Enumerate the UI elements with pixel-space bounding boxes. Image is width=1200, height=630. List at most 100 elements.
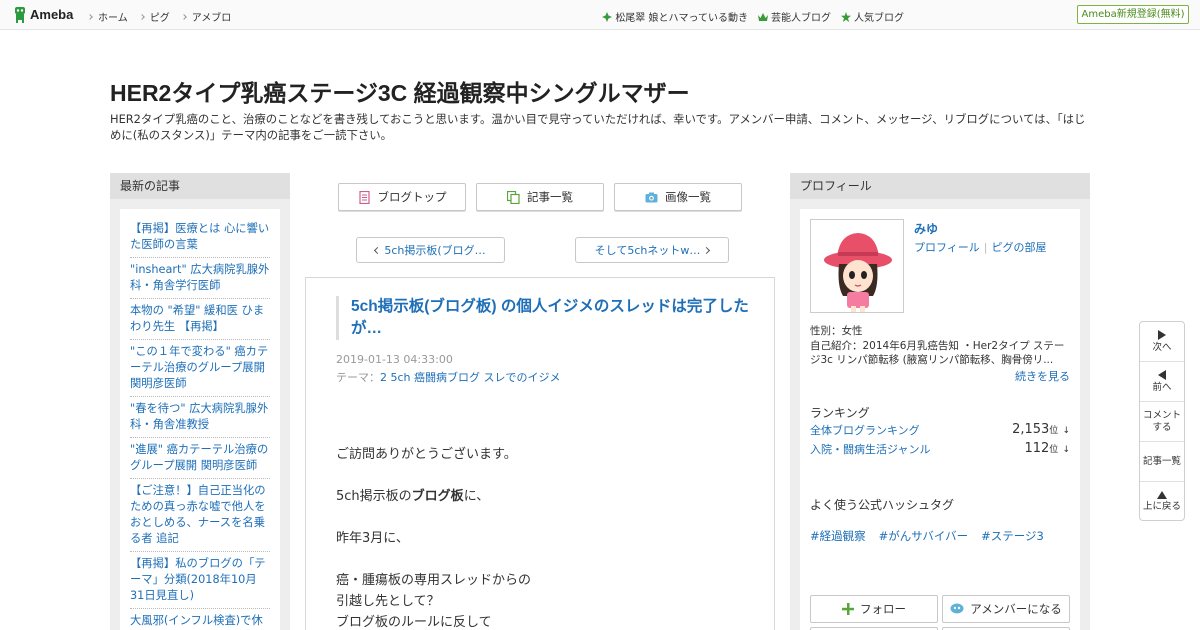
popular-blog-link[interactable]: 人気ブログ [841, 9, 904, 24]
leaf-icon [602, 11, 613, 22]
recent-article-link[interactable]: 本物の "希望" 緩和医 ひまわり先生 【再掲】 [130, 299, 270, 340]
profile-link[interactable]: プロフィール [914, 241, 980, 254]
next-label: 次へ [1152, 341, 1172, 353]
genre-ranking-link[interactable]: 入院・闘病生活ジャンル [810, 441, 930, 457]
nav-pigg[interactable]: ピグ [138, 9, 170, 24]
amember-label: アメンバーになる [970, 602, 1062, 616]
hashtag-list: #経過観察 #がんサバイバー #ステージ3 [810, 528, 1044, 544]
blog-description: HER2タイプ乳癌のこと、治療のことなどを書き残しておこうと思います。温かい目で… [110, 112, 1086, 142]
profile-heading: プロフィール [790, 173, 1090, 199]
amember-icon [950, 603, 964, 614]
recent-article-link[interactable]: "春を待つ" 広大病院乳腺外科・角舎准教授 [130, 397, 270, 438]
prev-article-label: 5ch掲示板(ブログ… [384, 244, 486, 257]
next-article-link[interactable]: そして5chネットw… [575, 237, 729, 263]
recent-article-link[interactable]: 【再掲】私のブログの「テーマ」分類(2018年10月31日見直し) [130, 552, 270, 609]
profile-panel: プロフィール みゆ プロフィール | ピグの部屋 性別：女性 自己紹介：2014年6… [790, 173, 1090, 630]
article-list-side-label: 記事一覧 [1142, 455, 1181, 467]
crown-icon [758, 12, 768, 21]
follow-button[interactable]: フォロー [810, 595, 938, 623]
article-list-label: 記事一覧 [527, 190, 573, 204]
register-button[interactable]: Ameba新規登録(無料) [1077, 5, 1189, 24]
image-list-label: 画像一覧 [665, 190, 711, 204]
next-article-label: そして5chネットw… [594, 244, 701, 257]
blog-nav-buttons: ブログトップ 記事一覧 画像一覧 [338, 183, 742, 211]
chevron-right-icon [138, 13, 145, 20]
recent-article-link[interactable]: "進展" 癌カテーテル治療のグループ展開 関明彦医師 [130, 438, 270, 479]
pigg-avatar-icon [824, 233, 892, 312]
article-paragraph: ブログ板のルールに反して [336, 615, 492, 630]
document-icon [358, 190, 370, 204]
amember-button[interactable]: アメンバーになる [942, 595, 1070, 623]
arrow-up-icon [1157, 491, 1167, 499]
nav-home-label: ホーム [98, 13, 128, 24]
profile-name[interactable]: みゆ [914, 220, 938, 237]
recent-articles-heading: 最新の記事 [110, 173, 290, 199]
hashtag-link[interactable]: #経過観察 [810, 528, 866, 544]
comment-label-2: する [1152, 421, 1172, 433]
global-header: Ameba ホーム ピグ アメブロ 松尾翠 娘とハマっている動き 芸能人ブログ … [0, 0, 1200, 30]
prev-label: 前へ [1152, 381, 1172, 393]
ameba-logo[interactable]: Ameba [13, 6, 73, 23]
ranking-row: 全体ブログランキング 2,153位 ↓ [810, 422, 1070, 438]
blog-title[interactable]: HER2タイプ乳癌ステージ3C 経過観察中シングルマザー [110, 74, 690, 108]
camera-icon [645, 192, 658, 202]
profile-gender: 性別：女性 [810, 325, 863, 337]
theme-link[interactable]: 2 5ch 癌闘病ブログ スレでのイジメ [380, 371, 561, 384]
logo-text: Ameba [30, 7, 74, 22]
back-to-top-label: 上に戻る [1142, 501, 1181, 512]
profile-intro-line: ジ3c リンパ節転移 (腋窩リンパ節転移、胸骨傍リ... [810, 354, 1054, 366]
article-list-button[interactable]: 記事一覧 [476, 183, 604, 211]
topic-link-label: 松尾翠 娘とハマっている動き [615, 13, 748, 24]
celebrity-blog-link[interactable]: 芸能人ブログ [758, 9, 831, 24]
article: 5ch掲示板(ブログ板) の個人イジメのスレッドは完了したが… 2019-01-… [305, 277, 775, 630]
blog-top-button[interactable]: ブログトップ [338, 183, 466, 211]
article-date: 2019-01-13 04:33:00 [336, 353, 453, 366]
overall-ranking-value: 2,153位 ↓ [1012, 422, 1070, 437]
recent-article-link[interactable]: "この１年で変わる" 癌カテーテル治療のグループ展開 関明彦医師 [130, 340, 270, 397]
recent-article-link[interactable]: 【再掲】医療とは 心に響いた医師の言葉 [130, 217, 270, 258]
recent-article-link[interactable]: 大風邪(インフル検査)で休 [130, 609, 270, 630]
article-paragraph: 癌・腫瘍板の専用スレッドからの [336, 573, 532, 588]
global-nav: ホーム ピグ アメブロ [87, 9, 232, 24]
hashtag-link[interactable]: #がんサバイバー [879, 528, 968, 544]
article-paragraph: 昨年3月に、 [336, 531, 409, 546]
prev-article-link[interactable]: 5ch掲示板(ブログ… [356, 237, 505, 263]
hashtag-link[interactable]: #ステージ3 [981, 528, 1044, 544]
hashtag-heading: よく使う公式ハッシュタグ [810, 498, 955, 512]
recent-article-link[interactable]: "insheart" 広大病院乳腺外科・角舎学行医師 [130, 258, 270, 299]
popular-blog-label: 人気ブログ [854, 13, 904, 24]
pigg-room-link[interactable]: ピグの部屋 [992, 241, 1047, 254]
floating-side-nav: 次へ 前へ コメント する 記事一覧 上に戻る [1139, 321, 1185, 521]
recent-articles-list: 【再掲】医療とは 心に響いた医師の言葉 "insheart" 広大病院乳腺外科・… [120, 209, 280, 630]
genre-ranking-value: 112位 ↓ [1024, 441, 1070, 456]
prev-button[interactable]: 前へ [1140, 362, 1184, 402]
blog-top-label: ブログトップ [377, 190, 447, 204]
read-more-link[interactable]: 続きを見る [1015, 368, 1070, 384]
nav-ameblo-label: アメブロ [191, 13, 232, 24]
recent-articles-panel: 最新の記事 【再掲】医療とは 心に響いた医師の言葉 "insheart" 広大病… [110, 173, 290, 630]
article-title[interactable]: 5ch掲示板(ブログ板) の個人イジメのスレッドは完了したが… [336, 296, 756, 340]
follow-label: フォロー [860, 602, 906, 616]
image-list-button[interactable]: 画像一覧 [614, 183, 742, 211]
header-links: 松尾翠 娘とハマっている動き 芸能人ブログ 人気ブログ [602, 9, 904, 24]
article-body: ご訪問ありがとうございます。 5ch掲示板のブログ板に、 昨年3月に、 癌・腫瘍… [336, 444, 756, 630]
play-right-icon [1158, 329, 1166, 340]
nav-ameblo[interactable]: アメブロ [180, 9, 232, 24]
celebrity-blog-label: 芸能人ブログ [771, 13, 831, 24]
back-to-top-button[interactable]: 上に戻る [1140, 482, 1184, 522]
nav-home[interactable]: ホーム [87, 9, 128, 24]
theme-label: テーマ： [336, 371, 380, 384]
chevron-left-icon [374, 246, 382, 254]
nav-pigg-label: ピグ [149, 13, 170, 24]
recent-article-link[interactable]: 【ご注意！】自己正当化のための真っ赤な嘘で他人をおとしめる、ナースを名乗る者 追… [130, 479, 270, 552]
overall-ranking-link[interactable]: 全体ブログランキング [810, 422, 920, 438]
article-list-side-button[interactable]: 記事一覧 [1140, 442, 1184, 482]
comment-label: コメント [1142, 409, 1181, 421]
star-icon [841, 11, 851, 22]
chevron-right-icon [180, 13, 187, 20]
avatar[interactable] [810, 219, 904, 313]
topic-link[interactable]: 松尾翠 娘とハマっている動き [602, 9, 748, 24]
profile-card: みゆ プロフィール | ピグの部屋 性別：女性 自己紹介：2014年6月乳癌告知 ・… [800, 209, 1080, 630]
next-button[interactable]: 次へ [1140, 322, 1184, 362]
comment-button[interactable]: コメント する [1140, 402, 1184, 442]
